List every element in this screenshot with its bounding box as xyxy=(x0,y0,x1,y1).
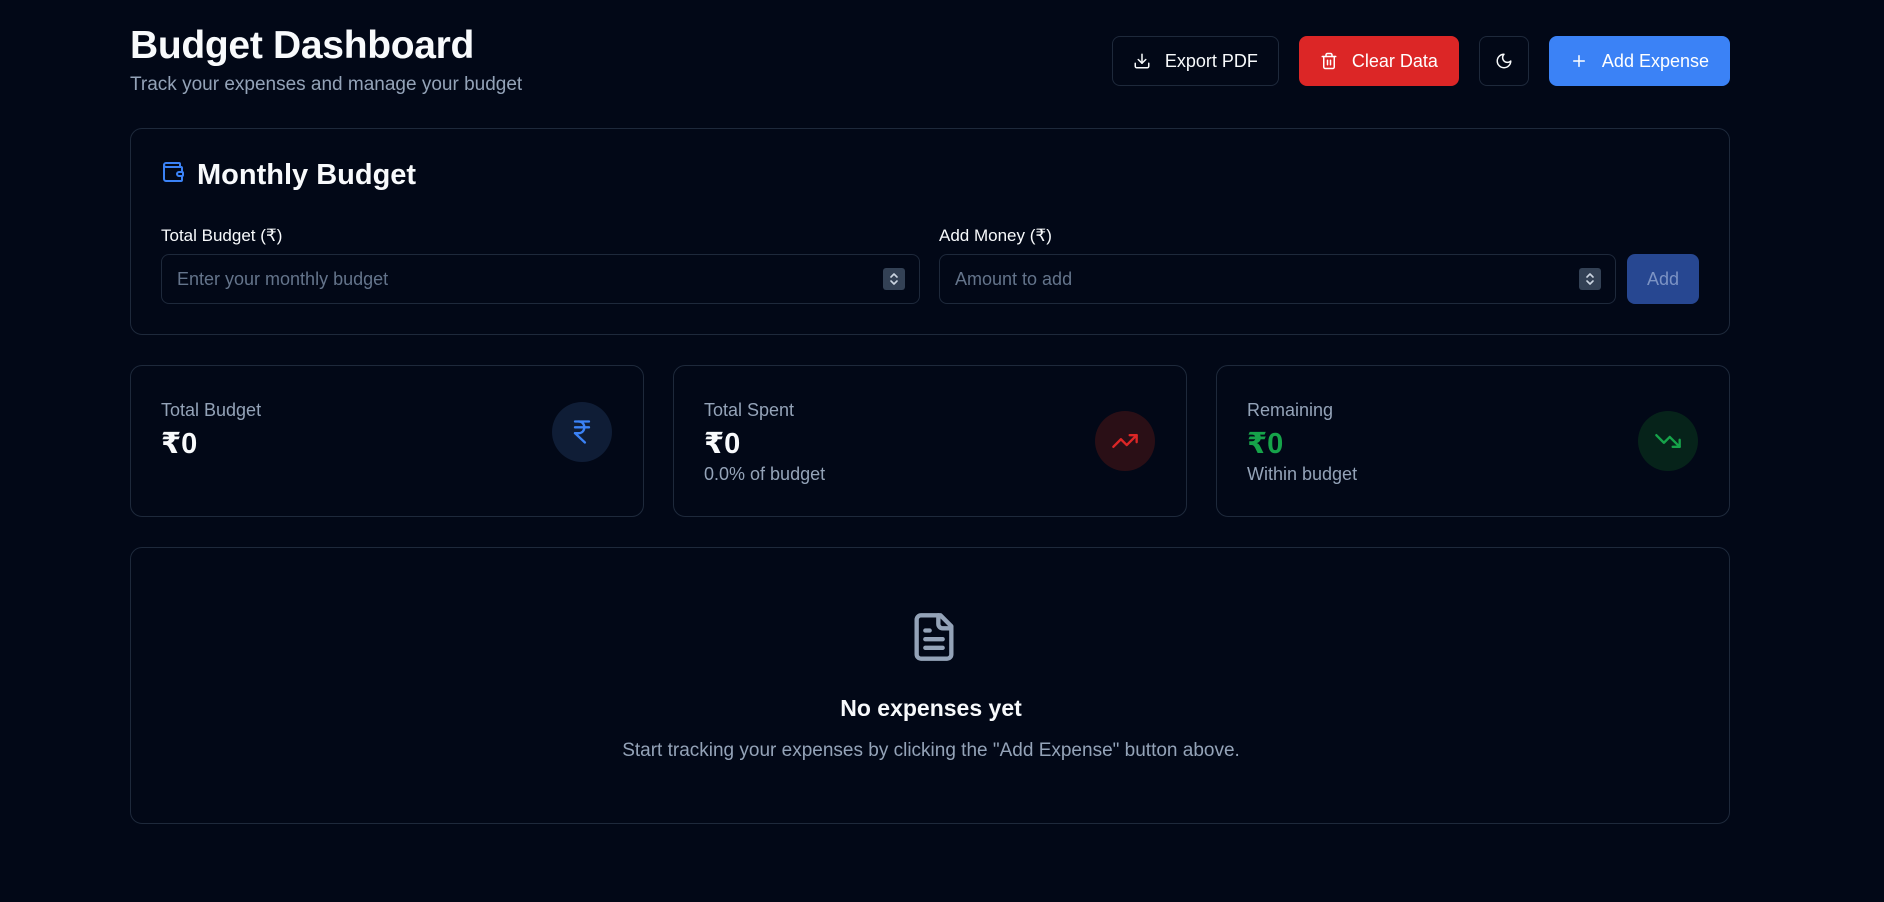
stat-value: ₹0 xyxy=(161,428,198,460)
rupee-icon xyxy=(552,402,612,462)
monthly-budget-title: Monthly Budget xyxy=(197,159,417,191)
clear-data-button[interactable]: Clear Data xyxy=(1298,36,1459,86)
add-expense-label: Add Expense xyxy=(1601,50,1709,71)
add-money-placeholder: Amount to add xyxy=(955,268,1073,289)
empty-text: Start tracking your expenses by clicking… xyxy=(622,740,1240,761)
header: Budget Dashboard Track your expenses and… xyxy=(130,24,1730,95)
header-actions: Export PDF Clear Data Add Expense xyxy=(1111,36,1730,86)
stat-value: ₹0 xyxy=(1247,428,1284,460)
export-pdf-button[interactable]: Export PDF xyxy=(1111,36,1279,86)
plus-icon xyxy=(1570,52,1588,70)
total-budget-label: Total Budget (₹) xyxy=(161,226,283,245)
stat-label: Total Budget xyxy=(161,400,262,420)
download-icon xyxy=(1133,52,1151,70)
stat-sub: 0.0% of budget xyxy=(704,464,826,484)
number-spinner-icon[interactable] xyxy=(883,268,905,290)
wallet-icon xyxy=(161,159,185,192)
remaining-card: Remaining ₹0 Within budget xyxy=(1216,365,1730,517)
theme-toggle-button[interactable] xyxy=(1478,36,1529,86)
number-spinner-icon[interactable] xyxy=(1579,268,1601,290)
expenses-empty-state: No expenses yet Start tracking your expe… xyxy=(130,547,1730,824)
trash-icon xyxy=(1320,52,1338,70)
page-title: Budget Dashboard xyxy=(130,24,475,67)
total-budget-placeholder: Enter your monthly budget xyxy=(177,268,389,289)
total-spent-card: Total Spent ₹0 0.0% of budget xyxy=(673,365,1187,517)
empty-title: No expenses yet xyxy=(840,695,1022,721)
total-budget-card: Total Budget ₹0 xyxy=(130,365,644,517)
add-money-input[interactable]: Amount to add xyxy=(939,254,1616,304)
clear-data-label: Clear Data xyxy=(1351,50,1438,71)
moon-icon xyxy=(1495,52,1513,70)
total-budget-input[interactable]: Enter your monthly budget xyxy=(161,254,920,304)
stat-value: ₹0 xyxy=(704,428,741,460)
monthly-budget-heading: Monthly Budget xyxy=(161,159,416,192)
add-expense-button[interactable]: Add Expense xyxy=(1548,36,1730,86)
stat-label: Total Spent xyxy=(704,400,795,420)
monthly-budget-card: Monthly Budget Total Budget (₹) Enter yo… xyxy=(130,128,1730,335)
stat-label: Remaining xyxy=(1247,400,1334,420)
page-subtitle: Track your expenses and manage your budg… xyxy=(130,74,523,95)
add-money-label: Add Money (₹) xyxy=(939,226,1052,245)
export-pdf-label: Export PDF xyxy=(1164,50,1258,71)
trending-down-icon xyxy=(1638,411,1698,471)
trending-up-icon xyxy=(1095,411,1155,471)
file-text-icon xyxy=(908,608,960,671)
add-money-button[interactable]: Add xyxy=(1627,254,1699,304)
stat-sub: Within budget xyxy=(1247,464,1358,484)
